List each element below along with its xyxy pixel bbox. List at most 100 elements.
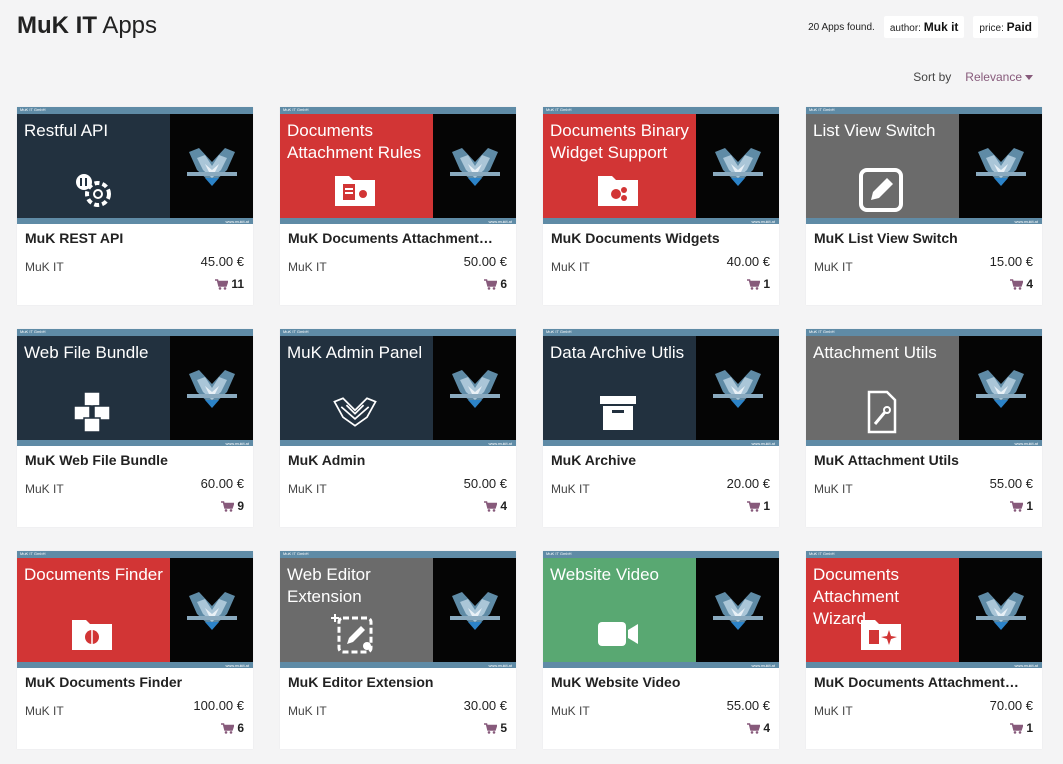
sales-count: 9 [237,499,244,513]
app-banner[interactable]: MuK IT GmbH List View Switch www.mukit.a… [806,107,1042,224]
app-title[interactable]: MuK Archive [551,452,773,468]
app-sales: 9 [221,499,244,513]
banner-logo-panel [959,558,1042,662]
app-title[interactable]: MuK Documents Widgets [551,230,773,246]
app-card[interactable]: MuK IT GmbH Restful API www.mukit.at MuK… [17,107,253,305]
banner-title: Documents Finder [24,565,163,584]
app-banner[interactable]: MuK IT GmbH Data Archive Utlis www.mukit… [543,329,779,446]
muk-logo-icon [975,370,1026,408]
app-title[interactable]: MuK Documents Finder [25,674,247,690]
file-wrench-icon [857,390,905,434]
app-info: MuK Archive MuK IT 20.00 € 1 [543,446,779,527]
folder-search-icon [68,612,116,656]
muk-logo-icon [186,148,237,186]
sales-count: 1 [763,277,770,291]
app-price: 45.00 € [200,254,244,269]
app-card[interactable]: MuK IT GmbH Web File Bundle www.mukit.at… [17,329,253,527]
app-sales: 5 [484,721,507,735]
app-sales: 4 [747,721,770,735]
app-info: MuK Web File Bundle MuK IT 60.00 € 9 [17,446,253,527]
app-banner[interactable]: MuK IT GmbH Documents Attachment Rules w… [280,107,516,224]
sort-dropdown[interactable]: Relevance [965,70,1033,84]
app-title[interactable]: MuK Documents Attachment… [288,230,510,246]
sales-count: 1 [763,499,770,513]
app-title[interactable]: MuK REST API [25,230,247,246]
banner-company: MuK IT GmbH [20,551,46,556]
app-title[interactable]: MuK Website Video [551,674,773,690]
app-title[interactable]: MuK Editor Extension [288,674,510,690]
app-banner[interactable]: MuK IT GmbH Website Video www.mukit.at [543,551,779,668]
muk-logo-icon [449,148,500,186]
app-banner[interactable]: MuK IT GmbH Documents Attachment Wizard [806,551,1042,668]
banner-company: MuK IT GmbH [546,329,572,334]
sales-count: 6 [237,721,244,735]
app-info: MuK Attachment Utils MuK IT 55.00 € 1 [806,446,1042,527]
app-title[interactable]: MuK Documents Attachment… [814,674,1036,690]
app-banner[interactable]: MuK IT GmbH Web File Bundle www.mukit.at [17,329,253,446]
sales-count: 4 [1026,277,1033,291]
app-banner[interactable]: MuK IT GmbH Restful API www.mukit.at [17,107,253,224]
app-title[interactable]: MuK List View Switch [814,230,1036,246]
app-price: 50.00 € [463,476,507,491]
cart-icon [484,278,498,290]
app-card[interactable]: MuK IT GmbH Data Archive Utlis www.mukit… [543,329,779,527]
app-sales: 1 [1010,499,1033,513]
folder-rules-icon [331,168,379,212]
app-card[interactable]: MuK IT GmbH Attachment Utils www.mukit.a… [806,329,1042,527]
app-info: MuK Documents Finder MuK IT 100.00 € 6 [17,668,253,749]
app-banner[interactable]: MuK IT GmbH Web Editor Extension www.muk… [280,551,516,668]
app-banner[interactable]: MuK IT GmbH Documents Binary Widget Supp… [543,107,779,224]
cart-icon [1010,722,1024,734]
app-card[interactable]: MuK IT GmbH Documents Finder www.mukit.a… [17,551,253,749]
banner-logo-panel [433,114,516,218]
app-banner[interactable]: MuK IT GmbH Documents Finder www.mukit.a… [17,551,253,668]
cart-icon [747,722,761,734]
app-card[interactable]: MuK IT GmbH Documents Binary Widget Supp… [543,107,779,305]
app-title[interactable]: MuK Admin [288,452,510,468]
app-banner[interactable]: MuK IT GmbH MuK Admin Panel www.mukit.at [280,329,516,446]
app-info: MuK Documents Attachment… MuK IT 70.00 €… [806,668,1042,749]
banner-title: Documents Binary Widget Support [550,121,689,162]
banner-left-panel: MuK Admin Panel [280,336,433,440]
app-price: 30.00 € [463,698,507,713]
muk-logo-icon [449,592,500,630]
app-card[interactable]: MuK IT GmbH Documents Attachment Wizard [806,551,1042,749]
app-card[interactable]: MuK IT GmbH List View Switch www.mukit.a… [806,107,1042,305]
api-gears-icon [68,168,116,212]
app-author: MuK IT [25,704,64,718]
app-author: MuK IT [551,482,590,496]
app-card[interactable]: MuK IT GmbH Website Video www.mukit.at M… [543,551,779,749]
app-card[interactable]: MuK IT GmbH MuK Admin Panel www.mukit.at… [280,329,516,527]
app-banner[interactable]: MuK IT GmbH Attachment Utils www.mukit.a… [806,329,1042,446]
app-title[interactable]: MuK Web File Bundle [25,452,247,468]
app-sales: 1 [747,499,770,513]
cart-icon [221,722,235,734]
banner-left-panel: Web File Bundle [17,336,170,440]
app-card[interactable]: MuK IT GmbH Documents Attachment Rules w… [280,107,516,305]
cart-icon [215,278,229,290]
banner-title: Website Video [550,565,659,584]
banner-company: MuK IT GmbH [283,329,309,334]
banner-logo-panel [433,336,516,440]
app-info: MuK Admin MuK IT 50.00 € 4 [280,446,516,527]
app-sales: 6 [484,277,507,291]
video-camera-icon [594,612,642,656]
app-price: 60.00 € [200,476,244,491]
app-sales: 6 [221,721,244,735]
app-sales: 4 [484,499,507,513]
app-price: 20.00 € [726,476,770,491]
price-filter-value: Paid [1006,20,1032,34]
author-filter-label: author: [889,23,921,34]
sales-count: 4 [500,499,507,513]
muk-logo-icon [712,370,763,408]
app-price: 55.00 € [989,476,1033,491]
author-filter[interactable]: author: Muk it [883,16,965,38]
app-card[interactable]: MuK IT GmbH Web Editor Extension www.muk… [280,551,516,749]
price-filter[interactable]: price: Paid [973,16,1038,38]
sales-count: 5 [500,721,507,735]
sales-count: 6 [500,277,507,291]
app-title[interactable]: MuK Attachment Utils [814,452,1036,468]
cart-icon [747,500,761,512]
sort-control: Sort by Relevance [913,70,1033,84]
app-author: MuK IT [814,704,853,718]
